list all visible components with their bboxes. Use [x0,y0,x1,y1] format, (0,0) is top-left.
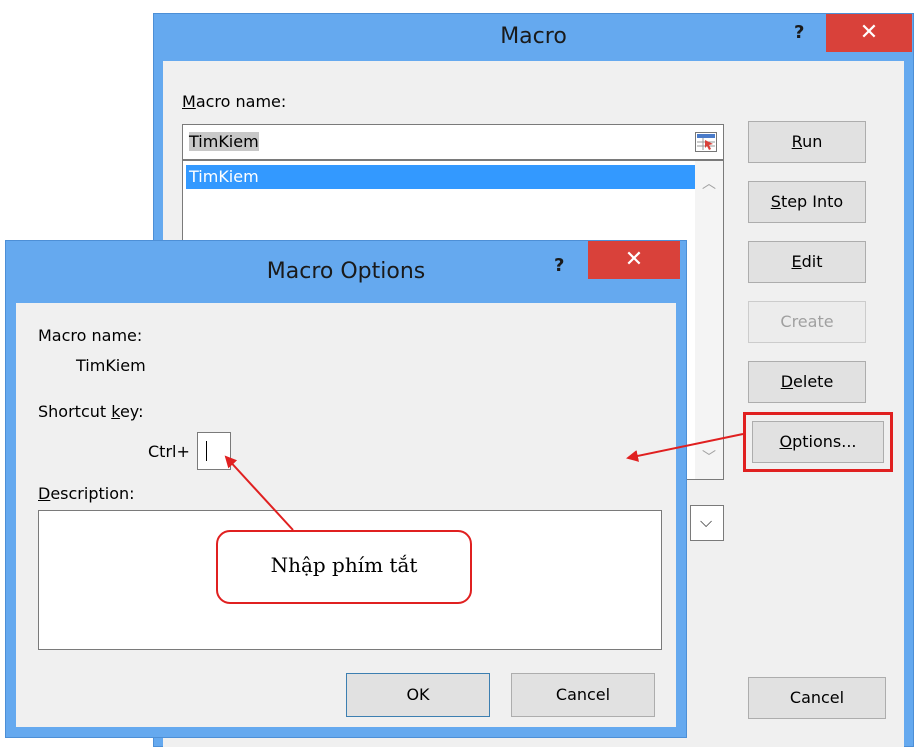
arrow-to-shortcut-field [224,455,294,531]
annotation-arrows [224,433,744,531]
arrow-from-options-button [626,433,744,462]
